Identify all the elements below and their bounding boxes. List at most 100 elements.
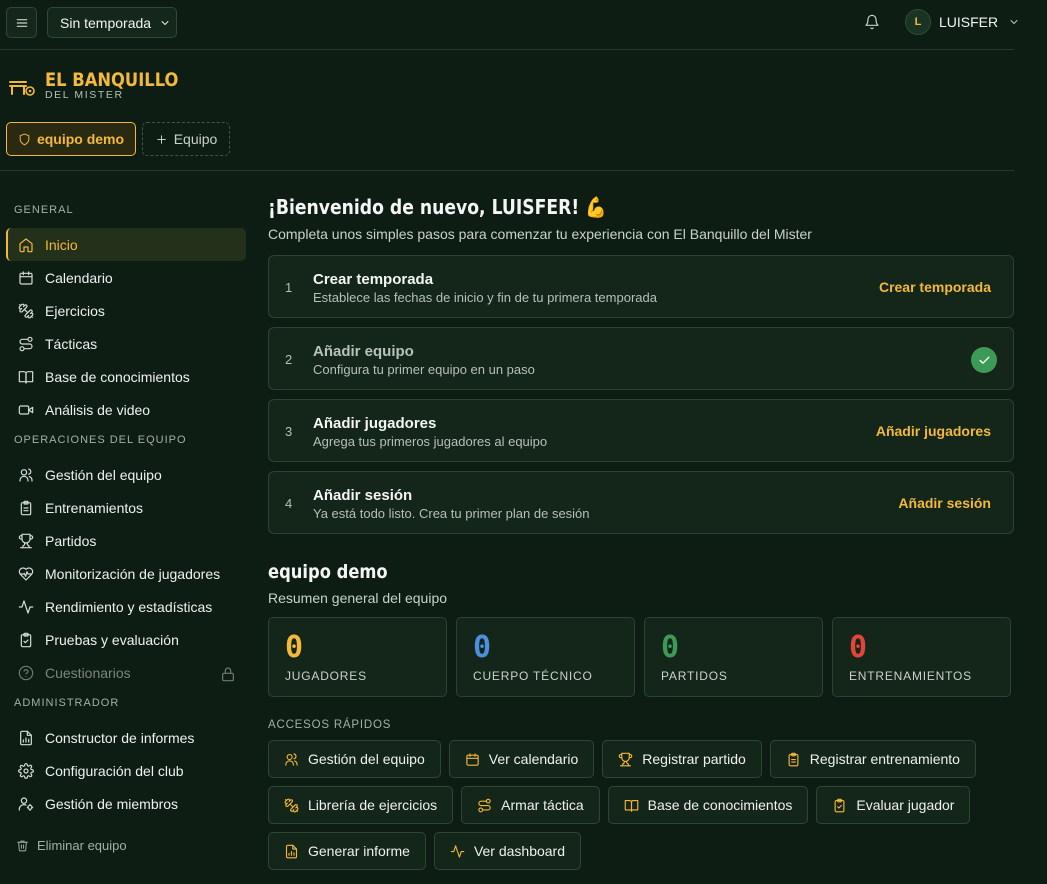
user-menu[interactable]: L LUISFER <box>905 9 1020 35</box>
season-selector[interactable]: Sin temporada <box>47 7 177 38</box>
step-description: Establece las fechas de inicio y fin de … <box>313 290 657 305</box>
menu-icon <box>16 18 27 27</box>
add-team-button[interactable]: Equipo <box>142 122 230 156</box>
quick-access-button[interactable]: Ver calendario <box>448 740 595 778</box>
stat-value: 0 <box>661 630 680 665</box>
team-stats: 0 JUGADORES 0 CUERPO TÉCNICO 0 PARTIDOS 0 ENTRE… <box>268 617 1014 697</box>
sidebar-item-label: Partidos <box>45 532 97 549</box>
trash-icon <box>17 840 28 852</box>
sidebar-item-label: Gestión del equipo <box>45 466 162 483</box>
lock-icon <box>222 667 234 682</box>
clipboard-check-icon <box>20 632 32 647</box>
file-chart-icon <box>285 844 298 858</box>
quick-access-button[interactable]: Gestión del equipo <box>268 740 441 778</box>
quick-access-title: ACCESOS RÁPIDOS <box>268 719 392 731</box>
quick-access-button[interactable]: Registrar partido <box>602 740 762 778</box>
delete-team-button[interactable]: Eliminar equipo <box>16 838 127 853</box>
step-action-button[interactable]: Crear temporada <box>879 279 991 295</box>
sidebar-section-title: GENERAL <box>14 204 74 216</box>
sidebar: GENERAL Inicio Calendario Ejercicios Táctica… <box>6 196 246 820</box>
sidebar-item-label: Ejercicios <box>45 302 105 319</box>
active-team-button[interactable]: equipo demo <box>6 122 136 156</box>
step-action-button[interactable]: Añadir sesión <box>898 495 991 511</box>
step-complete-badge <box>971 347 997 373</box>
trophy-icon <box>619 752 633 766</box>
sidebar-item-ejercicios[interactable]: Ejercicios <box>6 294 246 327</box>
sidebar-item-base-de-conocimientos[interactable]: Base de conocimientos <box>6 360 246 393</box>
step-action-button[interactable]: Añadir jugadores <box>876 423 991 439</box>
video-icon <box>18 404 34 415</box>
sidebar-item-inicio[interactable]: Inicio <box>6 228 246 261</box>
quick-access-label: Ver dashboard <box>473 843 566 859</box>
sidebar-item-pruebas-y-evaluacion[interactable]: Pruebas y evaluación <box>6 623 246 656</box>
bell-icon <box>865 14 879 30</box>
chevron-down-icon <box>1010 20 1018 24</box>
stat-card: 0 JUGADORES <box>268 617 447 697</box>
sidebar-item-label: Monitorización de jugadores <box>45 565 221 582</box>
bench-logo-icon <box>9 80 35 96</box>
file-chart-icon <box>20 730 32 745</box>
sidebar-item-label: Configuración del club <box>45 762 184 779</box>
stat-value: 0 <box>473 630 492 665</box>
user-cog-icon <box>18 796 34 811</box>
user-name: LUISFER <box>939 14 999 30</box>
brand-text: EL BANQUILLO DEL MISTER <box>45 70 200 101</box>
notifications-button[interactable] <box>864 14 880 30</box>
quick-access-button[interactable]: Generar informe <box>268 832 426 870</box>
quick-access-label: Base de conocimientos <box>647 797 793 813</box>
sidebar-item-label: Análisis de video <box>45 401 151 418</box>
activity-icon <box>18 599 34 614</box>
dumbbell-icon <box>18 303 34 318</box>
quick-access-button[interactable]: Evaluar jugador <box>816 786 971 824</box>
sidebar-item-label: Inicio <box>45 236 78 253</box>
brand-subtitle: DEL MISTER <box>45 89 124 101</box>
sidebar-section-title: OPERACIONES DEL EQUIPO <box>14 434 187 446</box>
stat-label: PARTIDOS <box>661 669 728 683</box>
quick-access-label: Registrar partido <box>642 751 746 767</box>
onboarding-step: 3 Añadir jugadores Agrega tus primeros jug… <box>268 399 1014 462</box>
quick-access-label: Armar táctica <box>501 797 584 813</box>
step-description: Ya está todo listo. Crea tu primer plan … <box>313 506 590 521</box>
calendar-icon <box>19 270 33 285</box>
sidebar-item-gestion-del-equipo[interactable]: Gestión del equipo <box>6 458 246 491</box>
step-description: Agrega tus primeros jugadores al equipo <box>313 434 548 449</box>
sidebar-item-entrenamientos[interactable]: Entrenamientos <box>6 491 246 524</box>
brand-title: EL BANQUILLO <box>45 69 179 91</box>
sidebar-item-gestion-de-miembros[interactable]: Gestión de miembros <box>6 787 246 820</box>
quick-access-button[interactable]: Armar táctica <box>461 786 600 824</box>
quick-access-button[interactable]: Base de conocimientos <box>607 786 809 824</box>
step-number: 2 <box>285 352 293 367</box>
calendar-icon <box>466 752 479 766</box>
sidebar-item-cuestionarios[interactable]: Cuestionarios <box>6 656 246 689</box>
book-icon <box>624 799 638 812</box>
sidebar-item-label: Base de conocimientos <box>45 368 190 385</box>
book-icon <box>18 370 34 384</box>
sidebar-item-configuracion-del-club[interactable]: Configuración del club <box>6 754 246 787</box>
sidebar-section-title: ADMINISTRADOR <box>14 697 120 709</box>
sidebar-item-rendimiento-y-estadisticas[interactable]: Rendimiento y estadísticas <box>6 590 246 623</box>
onboarding-steps: 1 Crear temporada Establece las fechas de … <box>268 255 1014 534</box>
shield-icon <box>19 133 30 145</box>
menu-button[interactable] <box>6 7 37 38</box>
step-number: 3 <box>285 424 293 439</box>
step-title: Crear temporada <box>313 271 434 288</box>
sidebar-item-partidos[interactable]: Partidos <box>6 524 246 557</box>
clipboard-icon <box>20 500 32 515</box>
sidebar-item-label: Tácticas <box>45 335 98 352</box>
welcome-title: ¡Bienvenido de nuevo, LUISFER! 💪 <box>268 195 607 219</box>
sidebar-item-tacticas[interactable]: Tácticas <box>6 327 246 360</box>
step-number: 4 <box>285 496 293 511</box>
quick-access-button[interactable]: Ver dashboard <box>433 832 582 870</box>
trophy-icon <box>18 533 34 548</box>
quick-access-button[interactable]: Librería de ejercicios <box>268 786 454 824</box>
stat-card: 0 CUERPO TÉCNICO <box>456 617 635 697</box>
stat-value: 0 <box>285 630 304 665</box>
quick-access-button[interactable]: Registrar entrenamiento <box>769 740 976 778</box>
sidebar-item-analisis-de-video[interactable]: Análisis de video <box>6 393 246 426</box>
sidebar-item-label: Gestión de miembros <box>45 795 179 812</box>
sidebar-item-monitorizacion-de-jugadores[interactable]: Monitorización de jugadores <box>6 557 246 590</box>
sidebar-item-constructor-de-informes[interactable]: Constructor de informes <box>6 721 246 754</box>
sidebar-item-calendario[interactable]: Calendario <box>6 261 246 294</box>
clipboard-icon <box>788 752 799 766</box>
route-icon <box>19 336 33 351</box>
